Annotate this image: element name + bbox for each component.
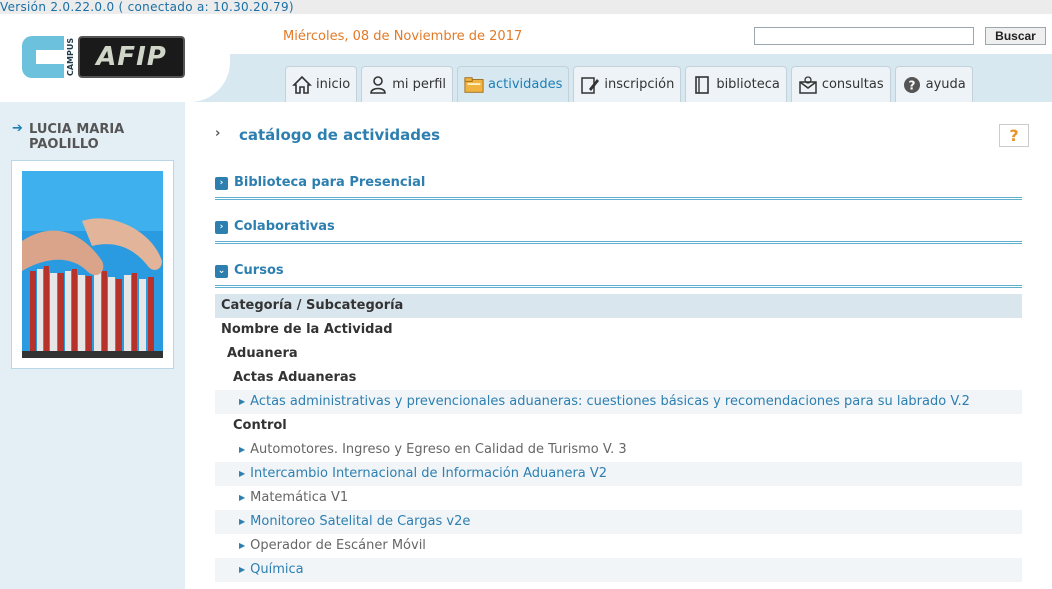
tab-mi-perfil[interactable]: mi perfil xyxy=(361,66,453,102)
section-biblioteca-presencial[interactable]: › Biblioteca para Presencial xyxy=(215,170,1022,200)
tab-label: mi perfil xyxy=(392,77,446,92)
activity-link[interactable]: ▶ Actas administrativas y prevencionales … xyxy=(215,390,1022,414)
tab-ayuda[interactable]: ? ayuda xyxy=(894,66,973,102)
help-icon: ? xyxy=(902,75,922,95)
user-icon xyxy=(368,75,388,95)
user-name[interactable]: LUCIA MARIA PAOLILLO xyxy=(11,122,171,152)
edit-icon xyxy=(580,75,600,95)
category-row: Aduanera xyxy=(227,346,298,361)
tab-label: biblioteca xyxy=(716,77,780,92)
tab-biblioteca[interactable]: biblioteca xyxy=(685,66,787,102)
tab-label: inscripción xyxy=(604,77,675,92)
tab-label: actividades xyxy=(488,77,563,92)
current-date: Miércoles, 08 de Noviembre de 2017 xyxy=(283,29,523,44)
book-icon xyxy=(692,75,712,95)
tab-actividades[interactable]: actividades xyxy=(457,66,570,102)
tab-inscripcion[interactable]: inscripción xyxy=(573,66,682,102)
logo-afip-text: AFIP xyxy=(78,36,185,78)
help-button[interactable]: ? xyxy=(999,124,1029,147)
version-text: Versión 2.0.22.0.0 ( conectado a: 10.30.… xyxy=(0,0,294,14)
table-header: Categoría / Subcategoría xyxy=(215,294,1022,318)
subcategory-row: Actas Aduaneras xyxy=(233,370,357,385)
expand-icon: › xyxy=(215,177,228,190)
search-button[interactable]: Buscar xyxy=(985,27,1046,45)
filing-image xyxy=(22,171,163,358)
page-title: catálogo de actividades xyxy=(239,126,441,144)
activity-link[interactable]: ▶ Química xyxy=(215,558,1022,582)
tab-label: ayuda xyxy=(925,77,966,92)
activity-link[interactable]: ▶ Intercambio Internacional de Informació… xyxy=(215,462,1022,486)
activity-item: ▶ Operador de Escáner Móvil xyxy=(239,538,426,553)
section-label: Colaborativas xyxy=(234,219,335,234)
activity-link[interactable]: ▶ Monitoreo Satelital de Cargas v2e xyxy=(215,510,1022,534)
logo-c-icon xyxy=(22,36,64,78)
triangle-right-icon: ▶ xyxy=(239,469,246,478)
tab-label: consultas xyxy=(821,77,884,92)
triangle-right-icon: ▶ xyxy=(239,397,246,406)
section-label: Cursos xyxy=(234,263,284,278)
triangle-right-icon: ▶ xyxy=(239,517,246,526)
logo-campus-text: CAMPUS xyxy=(66,37,75,77)
activity-item: ▶ Matemática V1 xyxy=(239,490,349,505)
table-subheader: Nombre de la Actividad xyxy=(215,318,1022,342)
section-label: Biblioteca para Presencial xyxy=(234,175,426,190)
header: CAMPUS AFIP Miércoles, 08 de Noviembre d… xyxy=(0,14,1052,102)
tab-inicio[interactable]: inicio xyxy=(285,66,358,102)
triangle-right-icon: ▶ xyxy=(239,493,246,502)
triangle-right-icon: ▶ xyxy=(239,541,246,550)
triangle-right-icon: ▶ xyxy=(239,565,246,574)
section-colaborativas[interactable]: › Colaborativas xyxy=(215,214,1022,244)
activities-table: Categoría / Subcategoría Nombre de la Ac… xyxy=(215,294,1022,582)
expand-icon: › xyxy=(215,221,228,234)
mail-icon xyxy=(798,75,818,95)
breadcrumb-arrow: › xyxy=(215,126,221,141)
folder-icon xyxy=(464,75,484,95)
logo[interactable]: CAMPUS AFIP xyxy=(0,14,230,102)
search-input[interactable] xyxy=(754,27,974,45)
main-content: › catálogo de actividades ? › Biblioteca… xyxy=(185,102,1052,589)
version-bar: Versión 2.0.22.0.0 ( conectado a: 10.30.… xyxy=(0,0,1052,14)
triangle-right-icon: ▶ xyxy=(239,445,246,454)
sidebar: ➔ LUCIA MARIA PAOLILLO xyxy=(0,102,185,589)
subcategory-row: Control xyxy=(233,418,287,433)
main-nav-tabs: inicio mi perfil actividades inscripción… xyxy=(285,66,973,102)
tab-consultas[interactable]: consultas xyxy=(790,66,891,102)
home-icon xyxy=(292,75,312,95)
tab-label: inicio xyxy=(316,77,351,92)
activity-item: ▶ Automotores. Ingreso y Egreso en Calida… xyxy=(239,442,627,457)
profile-photo xyxy=(11,160,174,369)
section-cursos[interactable]: ⌄ Cursos xyxy=(215,258,1022,288)
collapse-icon: ⌄ xyxy=(215,265,228,278)
svg-text:?: ? xyxy=(908,78,915,92)
